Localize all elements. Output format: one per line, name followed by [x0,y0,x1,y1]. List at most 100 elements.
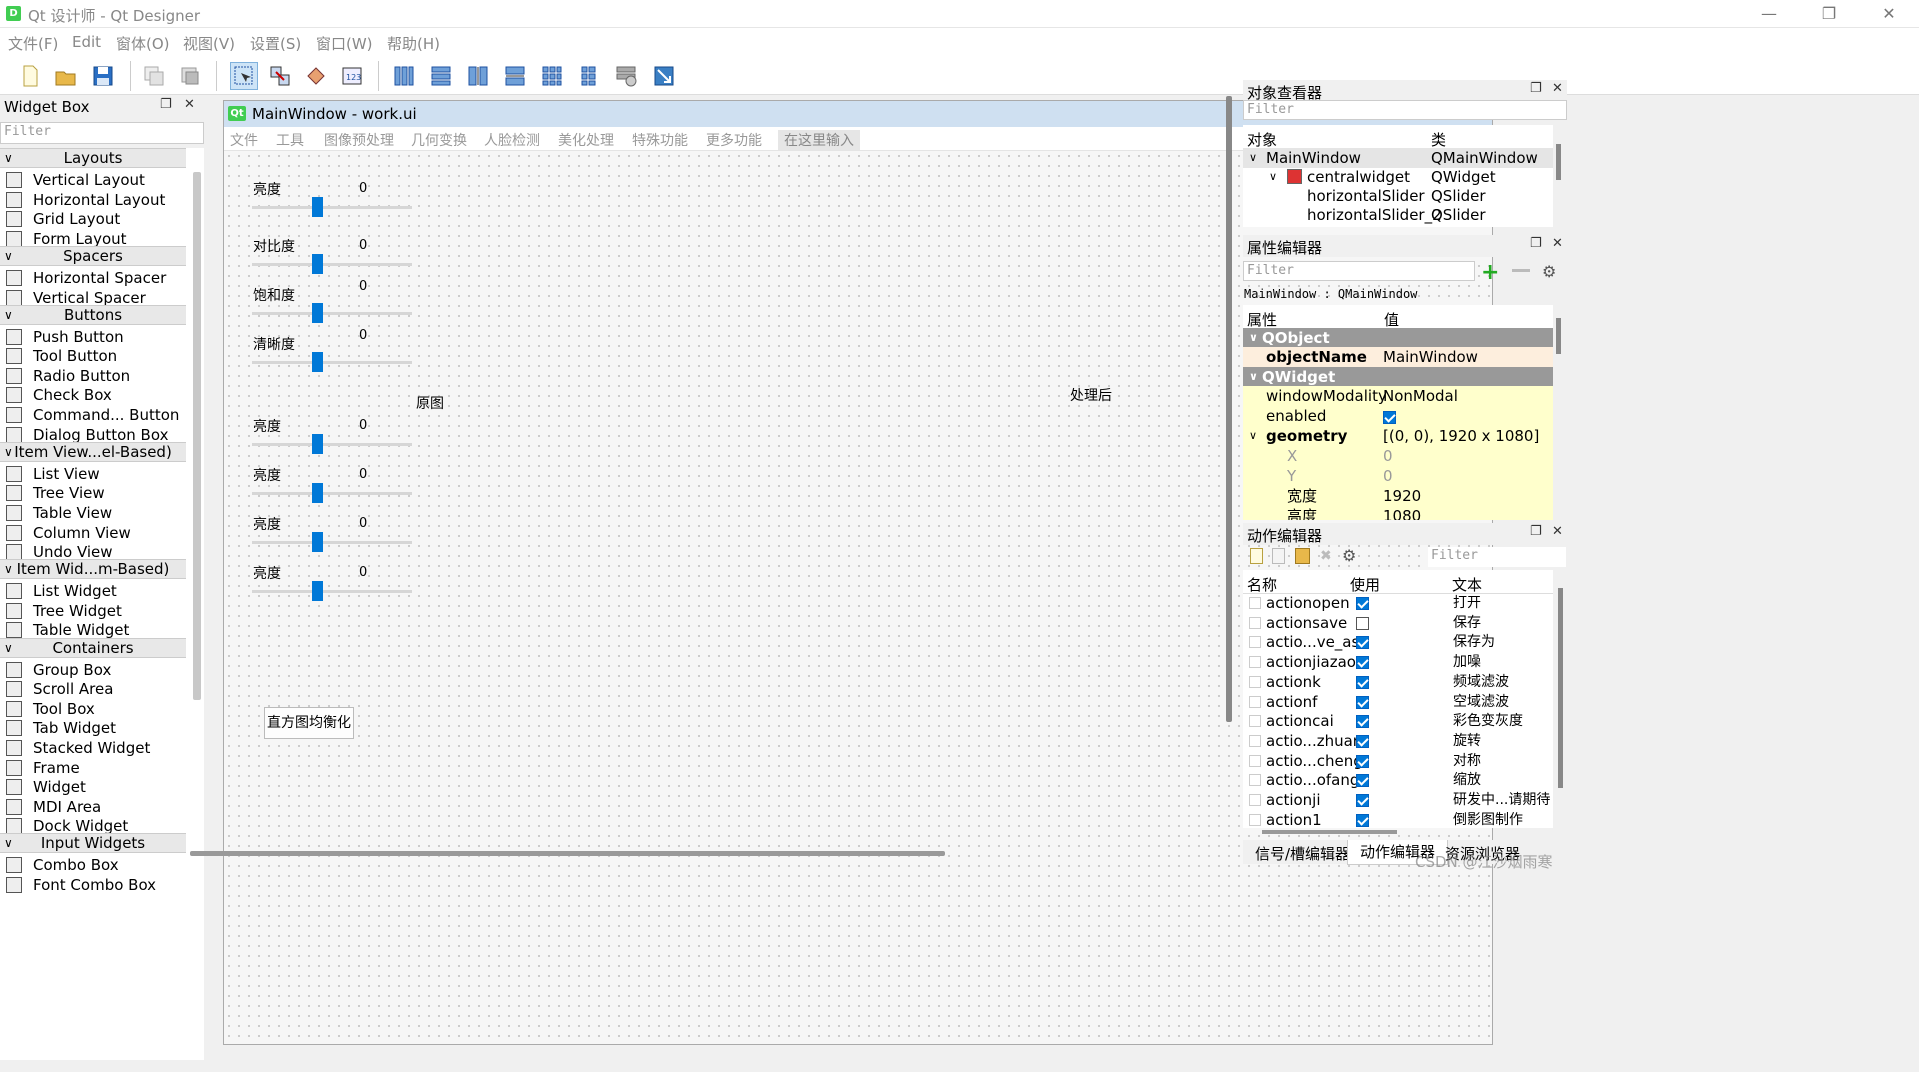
form-menu-beautify[interactable]: 美化处理 [558,130,614,150]
new-action-icon[interactable] [1250,548,1263,564]
group-qobject[interactable]: ∨ QObject [1243,328,1553,348]
action-row[interactable]: actionji 研发中...请期待 [1243,790,1553,810]
menu-file[interactable]: 文件(F) [8,33,58,54]
prop-objectname[interactable]: objectName MainWindow [1243,347,1553,367]
copy-action-icon[interactable] [1272,548,1285,564]
horizontal-slider[interactable] [252,532,412,552]
close-dock-icon[interactable]: ✕ [1552,81,1563,96]
layout-horizontal-icon[interactable] [390,62,418,90]
horizontal-slider[interactable] [252,352,412,372]
slider-handle[interactable] [312,483,323,503]
action-used-checkbox[interactable] [1356,774,1369,788]
chevron-down-icon[interactable]: ∨ [4,443,13,461]
action-row[interactable]: actionjiazao 加噪 [1243,652,1553,672]
widget-category-item-view-el-based[interactable]: ∨ Item View...el-Based) [0,441,186,462]
action-table-hscrollbar[interactable] [1262,830,1397,834]
action-used-checkbox[interactable] [1356,636,1369,650]
action-row[interactable]: actionf 空域滤波 [1243,692,1553,712]
action-row[interactable]: actioncai 彩色变灰度 [1243,711,1553,731]
maximize-button[interactable]: ❐ [1814,4,1844,24]
chevron-down-icon[interactable]: ∨ [4,149,13,167]
slider-handle[interactable] [312,352,323,372]
slider-handle[interactable] [312,303,323,323]
tree-row-horizontalslider[interactable]: horizontalSlider QSlider [1243,186,1553,206]
edit-signals-icon[interactable] [266,62,294,90]
action-row[interactable]: actionopen 打开 [1243,593,1553,613]
form-menu-more[interactable]: 更多功能 [706,130,762,150]
widget-category-spacers[interactable]: ∨ Spacers [0,245,186,266]
action-row[interactable]: actionk 频域滤波 [1243,672,1553,692]
close-dock-icon[interactable]: ✕ [1552,524,1563,539]
chevron-down-icon[interactable]: ∨ [4,560,13,578]
edit-widgets-icon[interactable] [230,62,258,90]
slider-handle[interactable] [312,434,323,454]
form-horizontal-scrollbar[interactable] [190,851,945,856]
save-icon[interactable] [89,62,117,90]
chevron-down-icon[interactable]: ∨ [4,639,13,657]
menu-settings[interactable]: 设置(S) [250,33,301,54]
action-used-checkbox[interactable] [1356,695,1369,709]
form-menu-special[interactable]: 特殊功能 [632,130,688,150]
adjust-size-icon[interactable] [650,62,678,90]
chevron-down-icon[interactable]: ∨ [1249,148,1257,168]
form-menu-type-here[interactable]: 在这里输入 [778,130,860,150]
form-menu-tools[interactable]: 工具 [276,130,304,150]
new-file-icon[interactable] [16,62,44,90]
close-button[interactable]: ✕ [1874,4,1904,24]
action-used-checkbox[interactable] [1356,597,1369,610]
form-menu-preprocess[interactable]: 图像预处理 [324,130,394,150]
widget-category-buttons[interactable]: ∨ Buttons [0,304,186,325]
prop-enabled[interactable]: enabled [1243,406,1553,426]
action-row[interactable]: actio...ofang 缩放 [1243,770,1553,790]
object-inspector-filter[interactable]: Filter [1243,100,1567,120]
widget-box-scrollbar[interactable] [193,172,201,700]
widget-category-containers[interactable]: ∨ Containers [0,637,186,658]
prop-geometry[interactable]: ∨ geometry [(0, 0), 1920 x 1080] [1243,426,1553,446]
tree-row-mainwindow[interactable]: ∨ MainWindow QMainWindow [1243,148,1553,168]
horizontal-slider[interactable] [252,483,412,503]
layout-form-icon[interactable] [575,62,603,90]
add-dynamic-property-icon[interactable]: + [1481,260,1499,285]
action-row[interactable]: actio...cheng 对称 [1243,751,1553,771]
close-dock-icon[interactable]: ✕ [1552,236,1563,251]
layout-grid-icon[interactable] [538,62,566,90]
chevron-down-icon[interactable]: ∨ [1269,167,1277,187]
remove-property-icon[interactable] [1512,269,1530,272]
minimize-button[interactable]: — [1754,4,1784,24]
prop-x[interactable]: X 0 [1243,446,1553,466]
float-dock-icon[interactable]: ❐ [1530,81,1542,96]
menu-edit[interactable]: Edit [72,33,101,51]
chevron-down-icon[interactable]: ∨ [4,306,13,324]
horizontal-slider[interactable] [252,303,412,323]
paste-action-icon[interactable] [1295,548,1310,564]
action-used-checkbox[interactable] [1356,794,1369,807]
action-used-checkbox[interactable] [1356,754,1369,768]
prop-y[interactable]: Y 0 [1243,466,1553,486]
action-row[interactable]: actionsave 保存 [1243,613,1553,633]
form-menu-geometry[interactable]: 几何变换 [411,130,467,150]
menu-view[interactable]: 视图(V) [183,33,235,54]
action-table-scrollbar[interactable] [1558,588,1563,788]
action-used-checkbox[interactable] [1356,715,1369,729]
configure-wrench-icon[interactable]: ⚙ [1342,546,1356,565]
chevron-down-icon[interactable]: ∨ [1249,426,1257,446]
chevron-down-icon[interactable]: ∨ [4,247,13,265]
horizontal-slider[interactable] [252,434,412,454]
float-dock-icon[interactable]: ❐ [1530,524,1542,539]
widget-category-input-widgets[interactable]: ∨ Input Widgets [0,833,186,854]
action-used-checkbox[interactable] [1356,813,1369,827]
float-dock-icon[interactable]: ❐ [1530,236,1542,251]
horizontal-slider[interactable] [252,254,412,274]
prop-height[interactable]: 高度 1080 [1243,506,1553,520]
edit-tab-order-icon[interactable]: 123 [338,62,366,90]
paste-icon[interactable] [176,62,204,90]
widget-category-layouts[interactable]: ∨ Layouts [0,148,186,168]
tree-row-horizontalslider-2[interactable]: horizontalSlider_2 QSlider [1243,205,1553,227]
action-editor-filter[interactable]: Filter [1428,547,1566,567]
menu-window[interactable]: 窗口(W) [316,33,373,54]
slider-handle[interactable] [312,581,323,601]
menu-help[interactable]: 帮助(H) [387,33,440,54]
action-used-checkbox[interactable] [1356,616,1369,630]
close-dock-icon[interactable]: ✕ [184,97,195,112]
slider-handle[interactable] [312,254,323,274]
